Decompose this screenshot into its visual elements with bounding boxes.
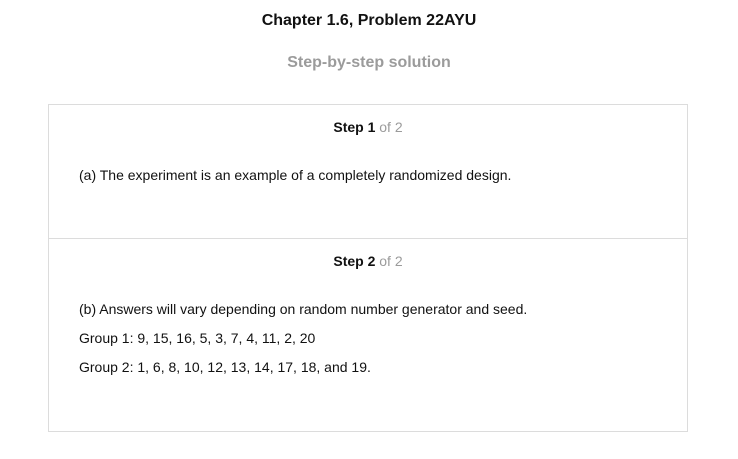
step-2-group-1: Group 1: 9, 15, 16, 5, 3, 7, 4, 11, 2, 2… — [79, 330, 316, 346]
step-2-section: Step 2 of 2 (b) Answers will vary depend… — [49, 239, 687, 431]
step-2-group-2: Group 2: 1, 6, 8, 10, 12, 13, 14, 17, 18… — [79, 359, 371, 375]
step-2-label: Step 2 — [333, 253, 376, 269]
step-1-label: Step 1 — [333, 119, 376, 135]
step-1-count: of 2 — [379, 119, 403, 135]
step-1-section: Step 1 of 2 (a) The experiment is an exa… — [49, 105, 687, 239]
page-title: Chapter 1.6, Problem 22AYU — [261, 12, 477, 29]
step-2-answer-b: (b) Answers will vary depending on rando… — [79, 301, 528, 317]
step-2-header: Step 2 of 2 — [49, 253, 687, 269]
step-1-header: Step 1 of 2 — [49, 119, 687, 135]
solution-steps-card: Step 1 of 2 (a) The experiment is an exa… — [48, 104, 688, 432]
step-1-answer-a: (a) The experiment is an example of a co… — [79, 167, 512, 183]
step-2-count: of 2 — [379, 253, 403, 269]
solution-subtitle: Step-by-step solution — [287, 54, 451, 71]
